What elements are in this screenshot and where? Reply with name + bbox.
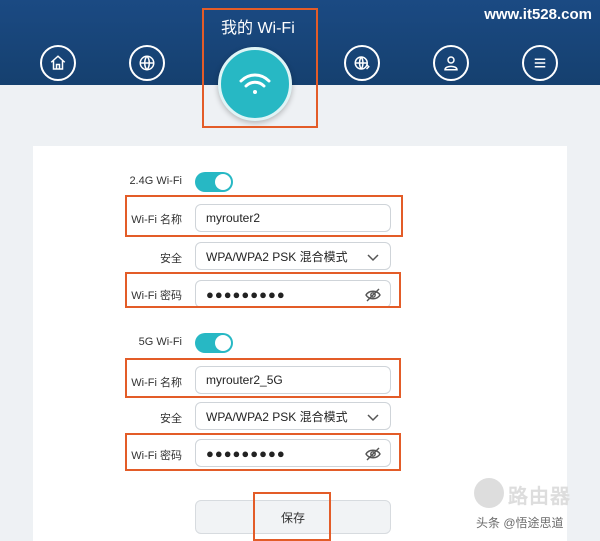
wifi24-name-value: myrouter2 — [206, 211, 261, 225]
wifi5-toggle[interactable] — [195, 333, 233, 353]
top-nav-bar: www.it528.com 我的 Wi-Fi — [0, 0, 600, 85]
wifi5-security-label: 安全 — [160, 413, 182, 425]
wifi24-name-input[interactable]: myrouter2 — [195, 204, 391, 232]
eye-hidden-icon[interactable] — [364, 286, 382, 304]
watermark: 路由器 头条 @悟途思道 — [470, 478, 598, 538]
menu-icon[interactable] — [522, 45, 558, 81]
wifi24-security-value: WPA/WPA2 PSK 混合模式 — [206, 249, 348, 264]
user-icon[interactable] — [433, 45, 469, 81]
wifi24-password-input[interactable]: ●●●●●●●●● — [195, 280, 391, 308]
wifi5-name-value: myrouter2_5G — [206, 373, 283, 387]
wifi5-name-label: Wi-Fi 名称 — [131, 377, 182, 389]
globe-icon[interactable] — [129, 45, 165, 81]
globe-settings-icon[interactable] — [344, 45, 380, 81]
wifi5-security-select[interactable]: WPA/WPA2 PSK 混合模式 — [195, 402, 391, 430]
eye-hidden-icon[interactable] — [364, 445, 382, 463]
site-url-watermark: www.it528.com — [484, 6, 592, 23]
wifi24-security-label: 安全 — [160, 253, 182, 265]
wifi24-password-label: Wi-Fi 密码 — [131, 290, 182, 302]
wifi5-name-input[interactable]: myrouter2_5G — [195, 366, 391, 394]
page-title: 我的 Wi-Fi — [221, 20, 295, 37]
wifi5-password-value: ●●●●●●●●● — [206, 445, 286, 461]
chevron-down-icon — [367, 414, 379, 422]
watermark-title: 路由器 — [508, 486, 571, 508]
wifi24-security-select[interactable]: WPA/WPA2 PSK 混合模式 — [195, 242, 391, 270]
watermark-subtitle: 头条 @悟途思道 — [476, 516, 564, 530]
save-button[interactable]: 保存 — [195, 500, 391, 534]
wifi24-section-label: 2.4G Wi-Fi — [129, 175, 182, 187]
wifi-icon[interactable] — [218, 47, 292, 121]
wifi24-toggle[interactable] — [195, 172, 233, 192]
home-icon[interactable] — [40, 45, 76, 81]
wifi5-section-label: 5G Wi-Fi — [138, 336, 182, 348]
save-button-label: 保存 — [280, 510, 305, 525]
router-logo-icon — [474, 478, 504, 508]
wifi5-security-value: WPA/WPA2 PSK 混合模式 — [206, 409, 348, 424]
wifi5-password-input[interactable]: ●●●●●●●●● — [195, 439, 391, 467]
wifi5-password-label: Wi-Fi 密码 — [131, 450, 182, 462]
wifi24-password-value: ●●●●●●●●● — [206, 286, 286, 302]
wifi24-name-label: Wi-Fi 名称 — [131, 214, 182, 226]
chevron-down-icon — [367, 254, 379, 262]
